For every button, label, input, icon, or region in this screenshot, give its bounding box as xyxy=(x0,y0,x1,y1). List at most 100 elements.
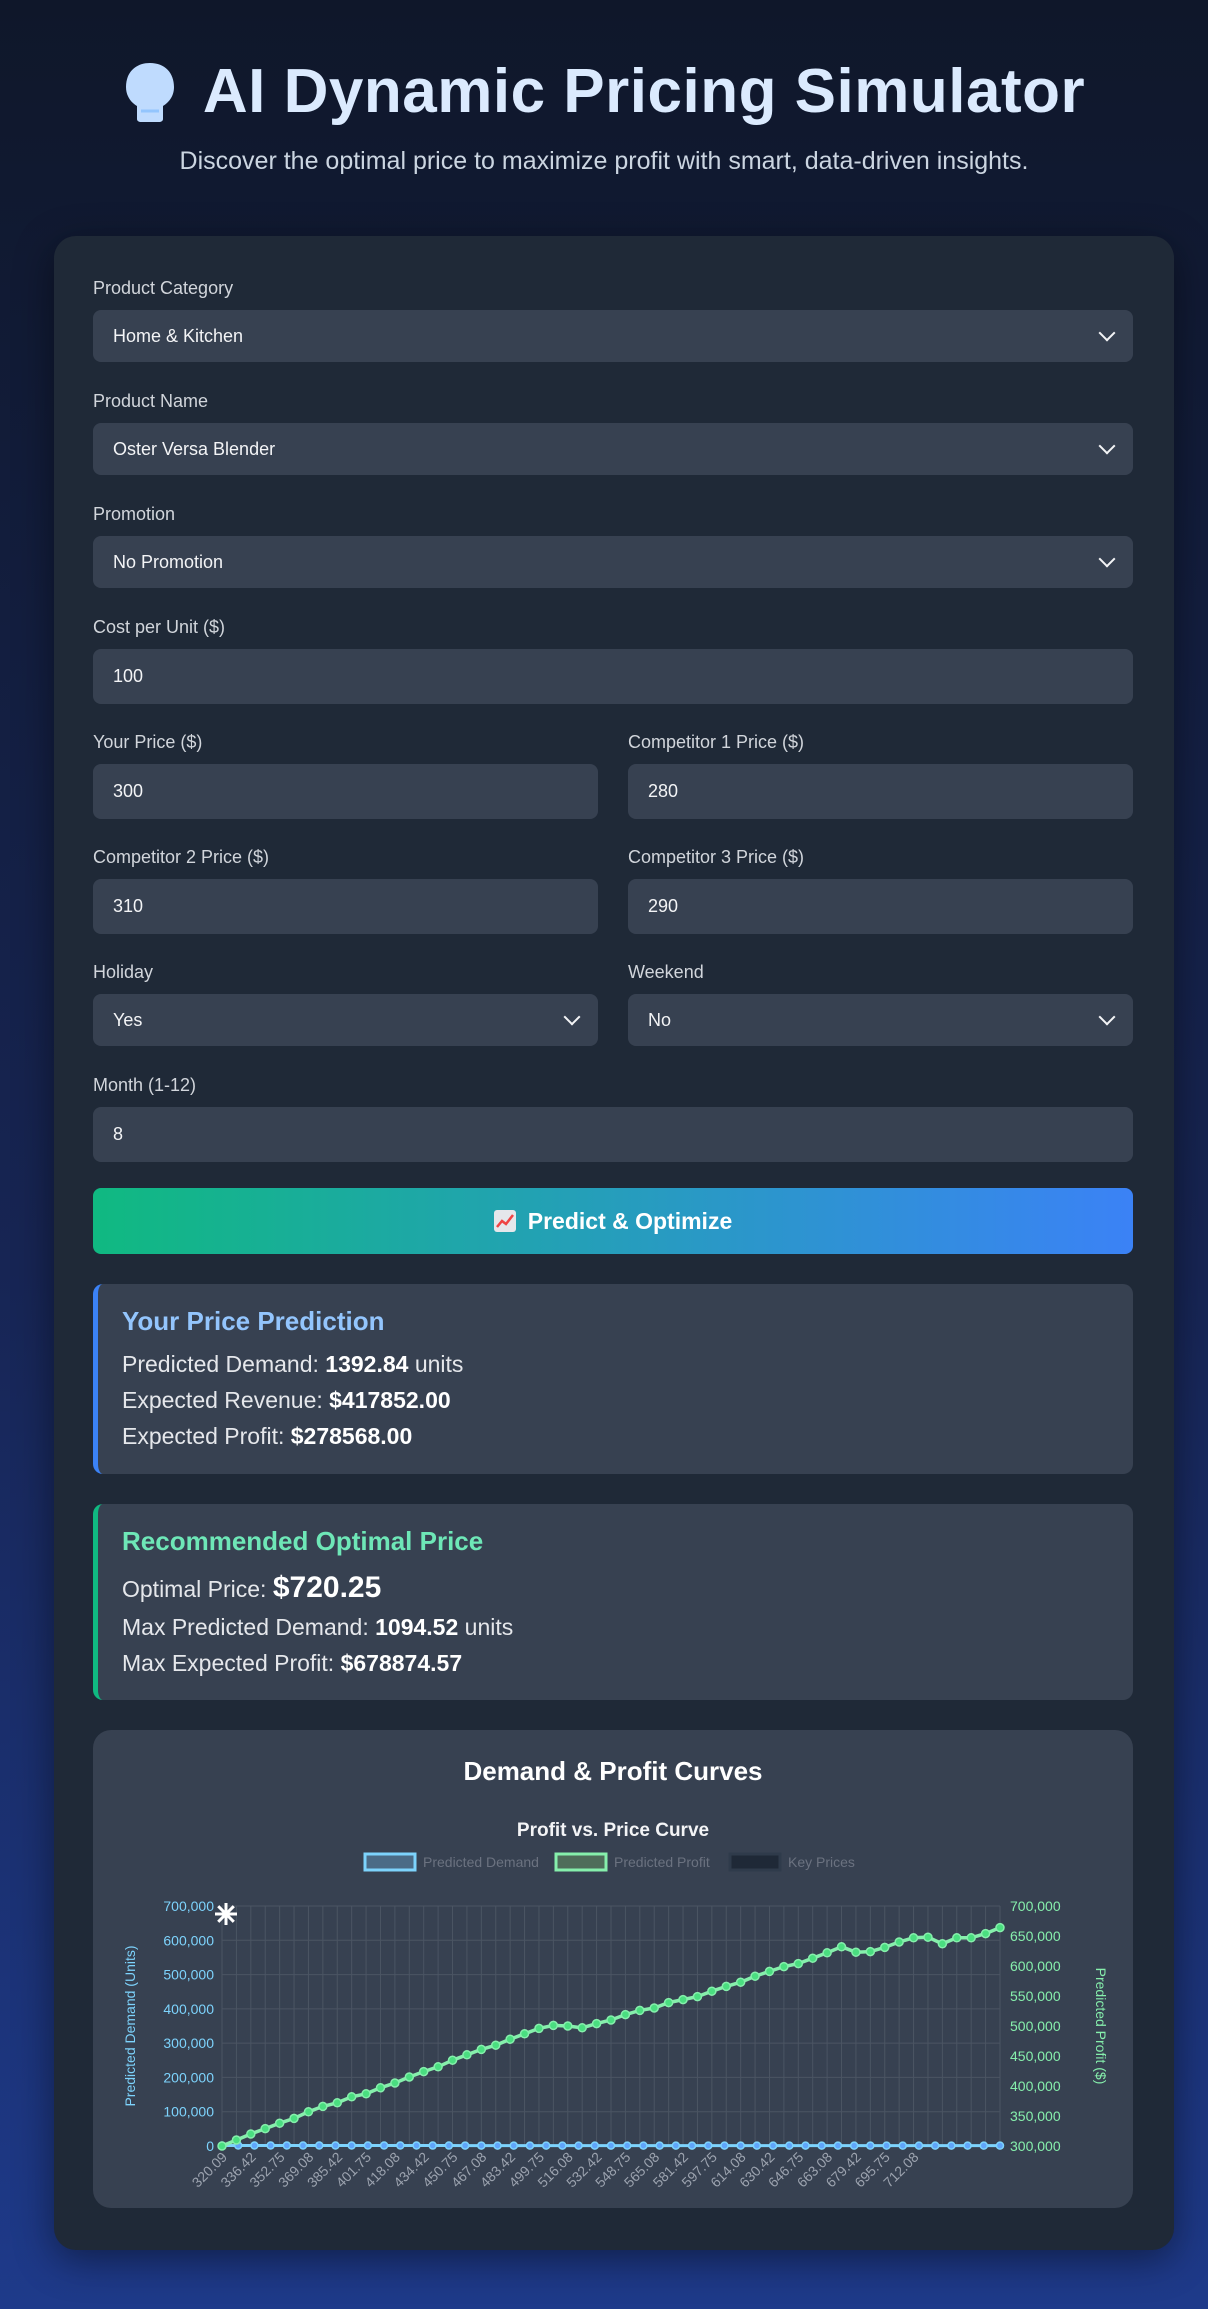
profit-price-chart[interactable]: Predicted Demand Predicted Profit Key Pric… xyxy=(93,1730,1133,2208)
profit-point xyxy=(231,2135,242,2145)
demand-point xyxy=(298,2141,308,2150)
category-value: Home & Kitchen xyxy=(113,325,244,346)
profit-point xyxy=(318,2101,328,2112)
demand-point xyxy=(541,2141,551,2150)
y-tick-label: 200,000 xyxy=(163,2069,214,2085)
page-subtitle: Discover the optimal price to maximize p… xyxy=(179,147,1029,175)
y2-tick-label: 450,000 xyxy=(1010,2048,1061,2064)
profit-point xyxy=(418,2066,429,2077)
competitor3-group: Competitor 3 Price ($) 290 xyxy=(628,847,1133,934)
max-demand-line: Max Predicted Demand: 1094.52 units xyxy=(122,1614,1109,1641)
max-demand-unit: units xyxy=(464,1614,514,1640)
profit-point xyxy=(289,2113,299,2124)
promotion-select[interactable]: No Promotion xyxy=(93,536,1133,588)
profit-point xyxy=(476,2044,487,2055)
profit-point xyxy=(937,1939,948,1949)
weekend-label: Weekend xyxy=(628,962,704,982)
legend-demand-label: Predicted Demand xyxy=(423,1854,539,1870)
y-tick-label: 100,000 xyxy=(163,2104,214,2120)
competitor1-group: Competitor 1 Price ($) 280 xyxy=(628,732,1133,819)
cost-value: 100 xyxy=(113,666,144,686)
demand-point xyxy=(396,2141,405,2150)
demand-point xyxy=(898,2141,907,2150)
product-value: Oster Versa Blender xyxy=(113,438,276,459)
demand-point xyxy=(509,2141,518,2150)
predicted-demand-value: 1392.84 xyxy=(325,1351,409,1377)
y2-tick-label: 550,000 xyxy=(1010,1988,1061,2004)
category-label: Product Category xyxy=(93,278,234,298)
competitor1-label: Competitor 1 Price ($) xyxy=(628,732,805,752)
demand-point xyxy=(606,2141,616,2150)
profit-point xyxy=(807,1953,818,1963)
demand-point xyxy=(639,2141,648,2150)
weekend-select[interactable]: No xyxy=(628,994,1133,1046)
expected-revenue-value: $417852.00 xyxy=(329,1387,451,1413)
demand-point xyxy=(266,2141,275,2150)
cost-input[interactable]: 100 xyxy=(93,649,1133,704)
y2-tick-label: 600,000 xyxy=(1010,1958,1061,1974)
demand-point xyxy=(622,2141,632,2150)
demand-point xyxy=(687,2141,697,2150)
simulator-card: Product Category Home & Kitchen Product … xyxy=(54,236,1174,2250)
profit-point xyxy=(563,2021,573,2031)
demand-point xyxy=(460,2141,470,2150)
y-tick-label: 600,000 xyxy=(163,1932,214,1948)
demand-point xyxy=(833,2141,843,2150)
demand-point xyxy=(882,2141,891,2150)
predict-optimize-button[interactable]: Predict & Optimize xyxy=(93,1188,1133,1254)
legend-profit-swatch xyxy=(554,1852,608,1872)
expected-profit-value: $278568.00 xyxy=(290,1423,413,1449)
profit-point xyxy=(635,2005,645,2016)
demand-point xyxy=(849,2141,859,2150)
cost-group: Cost per Unit ($) 100 xyxy=(93,617,1133,704)
profit-point xyxy=(678,1994,688,2005)
legend-key-prices-swatch xyxy=(728,1852,782,1872)
profit-point xyxy=(246,2129,256,2139)
y2-tick-label: 400,000 xyxy=(1010,2078,1061,2094)
demand-point xyxy=(914,2141,924,2150)
profit-point xyxy=(879,1942,890,1953)
profit-point xyxy=(649,2003,659,2013)
category-select[interactable]: Home & Kitchen xyxy=(93,310,1133,362)
holiday-select[interactable]: Yes xyxy=(93,994,598,1046)
profit-point xyxy=(735,1977,746,1987)
competitor3-input[interactable]: 290 xyxy=(628,879,1133,934)
month-input[interactable]: 8 xyxy=(93,1107,1133,1162)
expected-revenue-line: Expected Revenue: $417852.00 xyxy=(122,1387,1109,1414)
chevron-down-icon xyxy=(563,1008,581,1026)
y-tick-label: 500,000 xyxy=(163,1967,214,1983)
product-select[interactable]: Oster Versa Blender xyxy=(93,423,1133,475)
your-price-group: Your Price ($) 300 xyxy=(93,732,598,819)
holiday-value: Yes xyxy=(113,1009,143,1030)
profit-point xyxy=(303,2107,314,2117)
competitor2-value: 310 xyxy=(113,896,144,916)
profit-point xyxy=(490,2040,501,2050)
product-label: Product Name xyxy=(93,391,209,411)
your-price-input[interactable]: 300 xyxy=(93,764,598,819)
profit-point xyxy=(390,2078,400,2088)
profit-point xyxy=(923,1932,933,1942)
predicted-demand-line: Predicted Demand: 1392.84 units xyxy=(122,1351,1109,1378)
profit-point xyxy=(361,2089,371,2099)
demand-point xyxy=(590,2141,600,2150)
profit-point xyxy=(620,2009,631,2020)
month-group: Month (1-12) 8 xyxy=(93,1075,1133,1162)
profit-point xyxy=(721,1981,732,1992)
profit-point xyxy=(606,2015,616,2025)
competitor3-value: 290 xyxy=(648,896,679,916)
legend-profit-label: Predicted Profit xyxy=(614,1854,710,1870)
profit-point xyxy=(274,2118,285,2128)
profit-point xyxy=(851,1947,861,1957)
competitor3-label: Competitor 3 Price ($) xyxy=(628,847,805,867)
competitor1-input[interactable]: 280 xyxy=(628,764,1133,819)
expected-profit-label: Expected Profit: xyxy=(122,1423,285,1449)
competitor2-input[interactable]: 310 xyxy=(93,879,598,934)
demand-point xyxy=(379,2141,389,2150)
demand-point xyxy=(995,2141,1005,2150)
profit-point xyxy=(447,2055,458,2065)
profit-point xyxy=(217,2141,227,2151)
demand-point xyxy=(947,2141,956,2150)
expected-profit-line: Expected Profit: $278568.00 xyxy=(122,1423,1109,1450)
brain-icon xyxy=(123,61,177,123)
demand-point xyxy=(801,2141,810,2150)
